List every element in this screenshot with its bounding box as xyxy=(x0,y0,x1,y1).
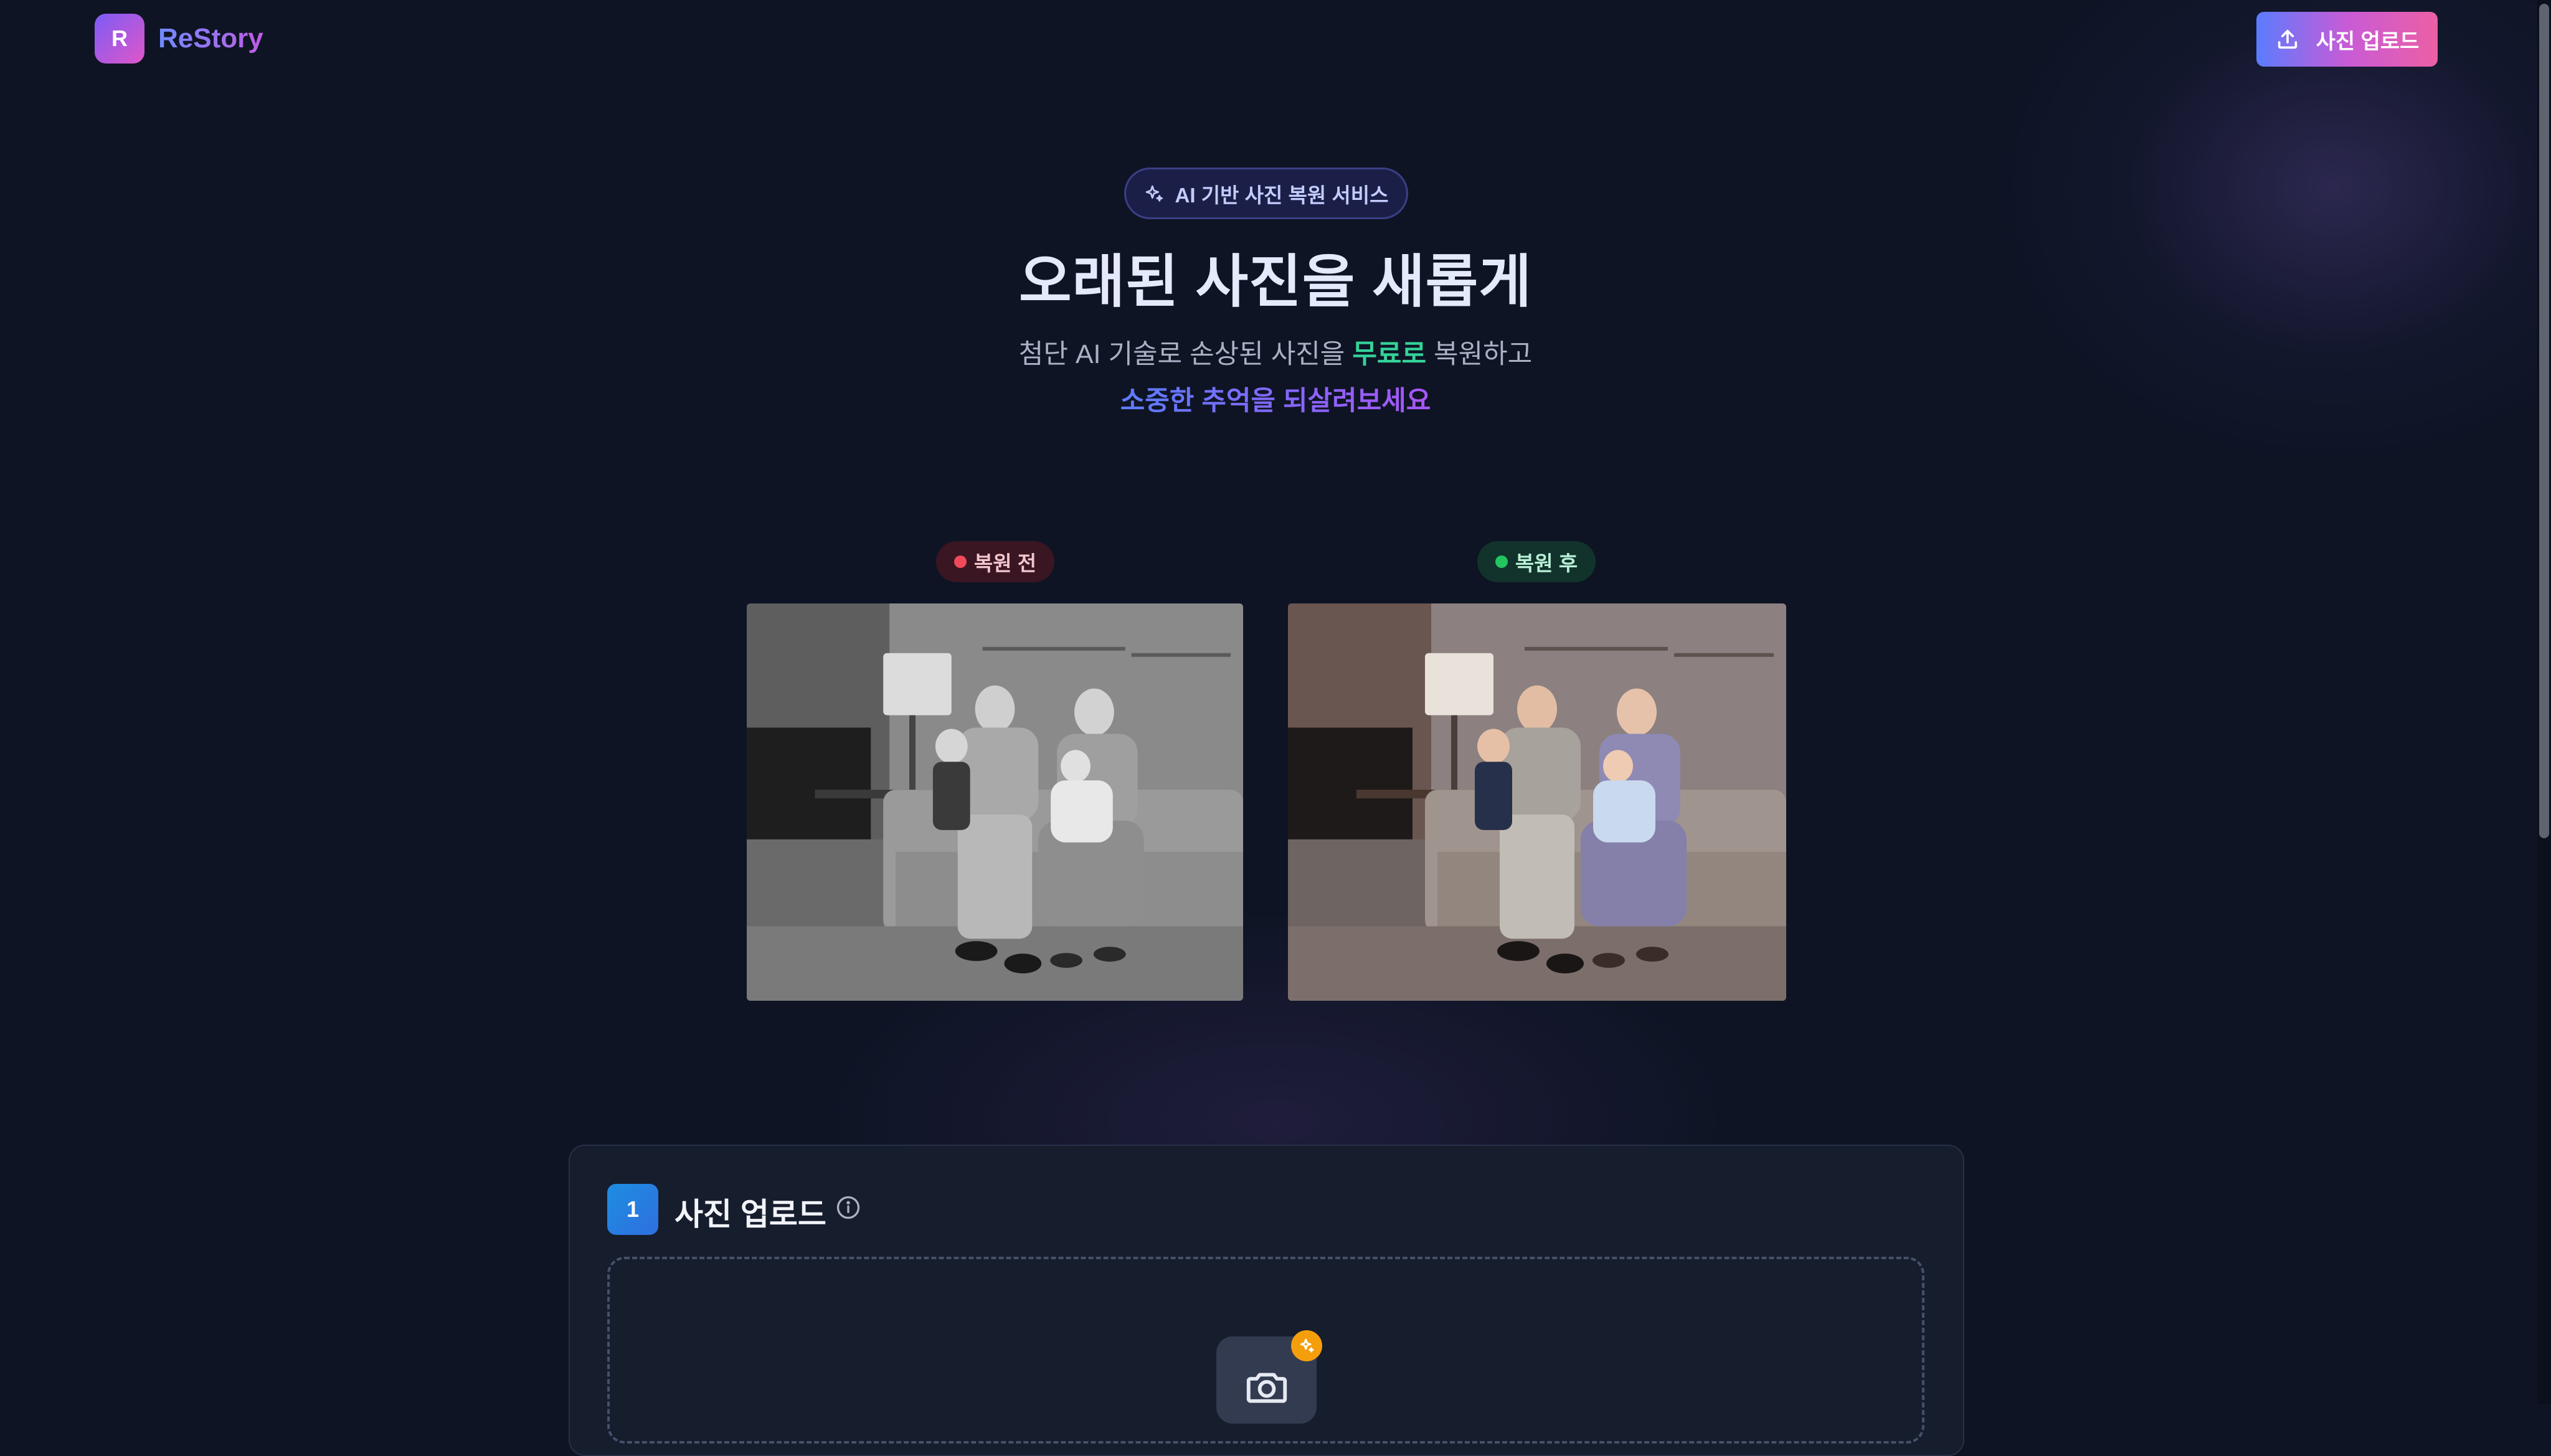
after-photo xyxy=(1288,603,1786,1001)
step-number-badge: 1 xyxy=(607,1184,658,1235)
upload-section-title: 사진 업로드 xyxy=(674,1197,826,1232)
logo-mark: R xyxy=(95,14,144,64)
before-tag: 복원 전 xyxy=(936,541,1054,582)
sparkle-icon xyxy=(1145,185,1163,202)
camera-icon xyxy=(1246,1373,1287,1403)
hero-badge-label: AI 기반 사진 복원 서비스 xyxy=(1175,183,1389,207)
subtitle-gradient-text: 소중한 추억을 되살려보세요 xyxy=(1120,386,1431,416)
before-dot-icon xyxy=(954,555,967,568)
free-highlight: 무료로 xyxy=(1352,339,1427,369)
scrollbar-thumb[interactable] xyxy=(2539,4,2549,838)
after-dot-icon xyxy=(1495,555,1508,568)
sparkle-icon xyxy=(1300,1338,1314,1353)
brand-logo[interactable]: R ReStory xyxy=(95,14,263,64)
hero-subtitle-line2: 소중한 추억을 되살려보세요 xyxy=(0,378,2551,425)
scrollbar-track[interactable] xyxy=(2537,0,2551,1404)
brand-name: ReStory xyxy=(158,23,263,54)
upload-icon xyxy=(2278,29,2297,49)
before-photo xyxy=(747,603,1243,1001)
upload-photo-button-label: 사진 업로드 xyxy=(2316,29,2420,54)
hero-subtitle-line1: 첨단 AI 기술로 손상된 사진을 무료로 복원하고 xyxy=(0,331,2551,378)
upload-photo-button[interactable]: 사진 업로드 xyxy=(2256,12,2438,67)
subtitle-text: 첨단 AI 기술로 손상된 사진을 xyxy=(1018,339,1353,369)
before-label: 복원 전 xyxy=(973,552,1037,575)
hero-title: 오래된 사진을 새롭게 xyxy=(1019,250,1532,314)
subtitle-text-end: 복원하고 xyxy=(1426,339,1533,369)
after-tag: 복원 후 xyxy=(1477,541,1596,582)
after-label: 복원 후 xyxy=(1515,552,1578,575)
hero-subtitle: 첨단 AI 기술로 손상된 사진을 무료로 복원하고 소중한 추억을 되살려보세… xyxy=(0,331,2551,425)
hero-badge: AI 기반 사진 복원 서비스 xyxy=(1124,168,1408,219)
info-icon[interactable] xyxy=(835,1194,862,1221)
ai-sparkle-badge xyxy=(1291,1330,1322,1361)
